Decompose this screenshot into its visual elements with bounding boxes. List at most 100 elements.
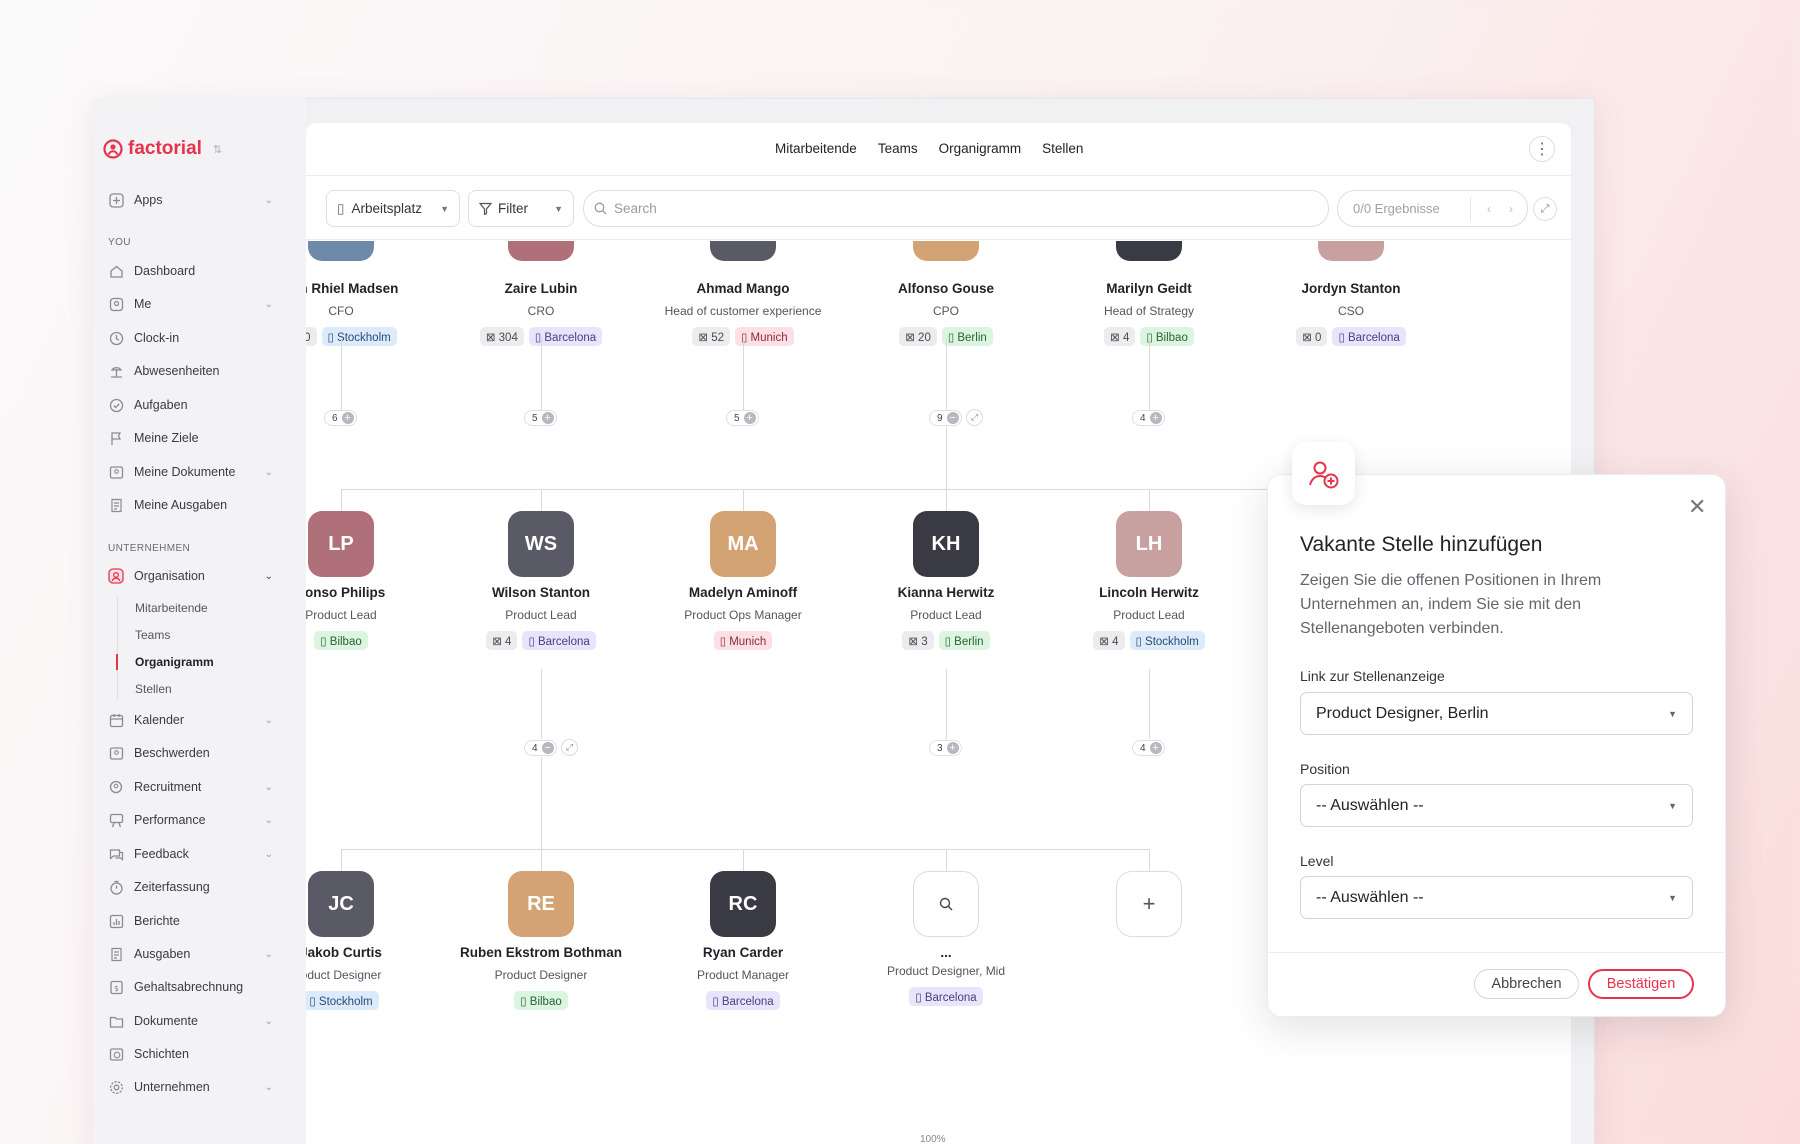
sidebar-item-meine-ausgaben[interactable]: Meine Ausgaben bbox=[108, 493, 273, 517]
sidebar-item-abwesenheiten[interactable]: Abwesenheiten bbox=[108, 359, 273, 383]
sidebar-item-me[interactable]: Me ⌄ bbox=[108, 292, 273, 316]
filter-dropdown[interactable]: Filter ▼ bbox=[468, 190, 574, 227]
search-input[interactable]: Search bbox=[583, 190, 1329, 227]
sidebar-item-dashboard[interactable]: Dashboard bbox=[108, 259, 273, 283]
employee-role: oduct Designer bbox=[306, 968, 382, 982]
employee-node[interactable]: Zaire Lubin CRO ⊠ 304 ▯ Barcelona bbox=[431, 273, 651, 346]
close-icon[interactable]: ✕ bbox=[1688, 494, 1706, 520]
location-badge: ▯ Bilbao bbox=[314, 631, 368, 650]
sidebar-subitem-mitarbeitende[interactable]: Mitarbeitende bbox=[135, 601, 208, 615]
level-label: Level bbox=[1300, 853, 1334, 869]
sidebar-item-performance[interactable]: Performance ⌄ bbox=[108, 808, 273, 832]
workplace-dropdown[interactable]: ▯ Arbeitsplatz ▼ bbox=[326, 190, 460, 227]
employee-name: Lincoln Herwitz bbox=[1099, 585, 1199, 600]
job-link-label: Link zur Stellenanzeige bbox=[1300, 668, 1445, 684]
chevron-down-icon: ▼ bbox=[440, 203, 449, 214]
employee-count-badge: ⊠ 4 bbox=[1104, 327, 1136, 346]
plus-icon[interactable]: + bbox=[1116, 871, 1182, 937]
children-count-pill[interactable]: 5 + bbox=[726, 410, 759, 426]
location-badge: ▯ Berlin bbox=[941, 327, 993, 346]
sidebar-item-meine-ziele[interactable]: Meine Ziele bbox=[108, 426, 273, 450]
badge-row: ⊠ 0 ▯ Stockholm bbox=[306, 327, 451, 346]
location-badge: ▯ Barcelona bbox=[522, 631, 596, 650]
avatar: RC bbox=[710, 871, 776, 937]
location-badge: ▯ Berlin bbox=[938, 631, 990, 650]
sidebar-item-recruitment[interactable]: Recruitment ⌄ bbox=[108, 775, 273, 799]
brand-logo[interactable]: factorial ⇅ bbox=[103, 138, 222, 160]
add-position-node[interactable]: + bbox=[1039, 871, 1259, 937]
sidebar-item-label: Feedback bbox=[134, 847, 189, 861]
employee-node[interactable]: Jordyn Stanton CSO ⊠ 0 ▯ Barcelona bbox=[1241, 273, 1461, 346]
employee-role: Product Lead bbox=[505, 608, 577, 622]
expand-subtree-icon[interactable]: ⤢ bbox=[966, 409, 983, 426]
sidebar-item-zeiterfassung[interactable]: Zeiterfassung bbox=[108, 875, 273, 899]
employee-node[interactable]: Alfonso Gouse CPO ⊠ 20 ▯ Berlin bbox=[836, 273, 1056, 346]
sidebar-item-meine-dokumente[interactable]: Meine Dokumente ⌄ bbox=[108, 460, 273, 484]
employee-node[interactable]: LH Lincoln Herwitz Product Lead ⊠ 4 ▯ Stockh… bbox=[1039, 511, 1259, 650]
more-options-icon[interactable]: ⋮ bbox=[1529, 136, 1555, 162]
sidebar-item-dokumente[interactable]: Dokumente ⌄ bbox=[108, 1009, 273, 1033]
children-count-pill[interactable]: 6 + bbox=[324, 410, 357, 426]
employee-name: Marilyn Geidt bbox=[1106, 281, 1192, 296]
sidebar-item-feedback[interactable]: Feedback ⌄ bbox=[108, 842, 273, 866]
section-company: UNTERNEHMEN bbox=[108, 543, 191, 554]
workspace-switch-icon[interactable]: ⇅ bbox=[213, 143, 222, 156]
sidebar-item-berichte[interactable]: Berichte bbox=[108, 909, 273, 933]
children-count-pill[interactable]: 5 + bbox=[524, 410, 557, 426]
sidebar-item-beschwerden[interactable]: Beschwerden bbox=[108, 741, 273, 765]
tab-stellen[interactable]: Stellen bbox=[1042, 141, 1083, 156]
children-count: 4 bbox=[532, 742, 538, 754]
confirm-button[interactable]: Bestätigen bbox=[1588, 969, 1694, 999]
location-badge: ▯ Barcelona bbox=[706, 991, 780, 1010]
sidebar-item-unternehmen[interactable]: Unternehmen ⌄ bbox=[108, 1075, 273, 1099]
children-count-pill[interactable]: 9− bbox=[929, 410, 962, 426]
children-count-pill[interactable]: 3 + bbox=[929, 740, 962, 756]
sidebar-subitem-teams[interactable]: Teams bbox=[135, 628, 170, 642]
chevron-right-icon[interactable]: › bbox=[1509, 202, 1513, 216]
employee-node[interactable]: RE Ruben Ekstrom Bothman Product Designer ▯… bbox=[431, 871, 651, 1010]
children-count-pill[interactable]: 4− bbox=[524, 740, 557, 756]
job-link-select[interactable]: Product Designer, Berlin ▼ bbox=[1300, 692, 1693, 735]
sidebar-item-apps[interactable]: Apps ⌄ bbox=[108, 188, 273, 212]
job-link-value: Product Designer, Berlin bbox=[1316, 704, 1489, 722]
position-select[interactable]: -- Auswählen -- ▼ bbox=[1300, 784, 1693, 827]
sidebar-item-aufgaben[interactable]: Aufgaben bbox=[108, 393, 273, 417]
sidebar-item-label: Gehaltsabrechnung bbox=[134, 980, 244, 994]
employee-node[interactable]: WS Wilson Stanton Product Lead ⊠ 4 ▯ Barcelo… bbox=[431, 511, 651, 650]
employee-node[interactable]: Marilyn Geidt Head of Strategy ⊠ 4 ▯ Bilbao bbox=[1039, 273, 1259, 346]
sidebar-subitem-stellen[interactable]: Stellen bbox=[135, 682, 172, 696]
connector-vertical bbox=[541, 669, 542, 739]
sidebar-item-kalender[interactable]: Kalender ⌄ bbox=[108, 708, 273, 732]
search-icon[interactable] bbox=[913, 871, 979, 937]
cancel-button[interactable]: Abbrechen bbox=[1474, 969, 1579, 999]
tab-mitarbeitende[interactable]: Mitarbeitende bbox=[775, 141, 857, 156]
avatar-initials: JC bbox=[328, 892, 354, 915]
children-count-pill[interactable]: 4 + bbox=[1132, 410, 1165, 426]
employee-node[interactable]: MA Madelyn Aminoff Product Ops Manager ▯ Mu… bbox=[633, 511, 853, 650]
tab-teams[interactable]: Teams bbox=[878, 141, 918, 156]
level-select[interactable]: -- Auswählen -- ▼ bbox=[1300, 876, 1693, 919]
sidebar-item-gehaltsabrechnung[interactable]: $ Gehaltsabrechnung bbox=[108, 975, 273, 999]
tab-organigramm[interactable]: Organigramm bbox=[939, 141, 1022, 156]
sidebar-item-label: Recruitment bbox=[134, 780, 202, 794]
employee-node[interactable]: son Rhiel Madsen CFO ⊠ 0 ▯ Stockholm bbox=[306, 273, 451, 346]
vacancy-node[interactable]: ... Product Designer, Mid ▯ Barcelona bbox=[836, 871, 1056, 1006]
sidebar-item-schichten[interactable]: Schichten bbox=[108, 1042, 273, 1066]
collapse-icon: − bbox=[946, 412, 959, 424]
sidebar-subitem-organigramm[interactable]: Organigramm bbox=[135, 655, 214, 669]
chevron-left-icon[interactable]: ‹ bbox=[1487, 202, 1491, 216]
employee-node[interactable]: LP lfonso Philips Product Lead ▯ Bilbao bbox=[306, 511, 451, 650]
sidebar-item-clock-in[interactable]: Clock-in bbox=[108, 326, 273, 350]
connector-vertical bbox=[743, 338, 744, 410]
employee-node[interactable]: RC Ryan Carder Product Manager ▯ Barcelona bbox=[633, 871, 853, 1010]
avatar: MA bbox=[710, 511, 776, 577]
expand-subtree-icon[interactable]: ⤢ bbox=[561, 739, 578, 756]
children-count-pill[interactable]: 4 + bbox=[1132, 740, 1165, 756]
employee-node[interactable]: Ahmad Mango Head of customer experience ⊠ … bbox=[633, 273, 853, 346]
sidebar-item-ausgaben[interactable]: Ausgaben ⌄ bbox=[108, 942, 273, 966]
employee-node[interactable]: JC Jakob Curtis oduct Designer ▯ Stockholm bbox=[306, 871, 451, 1010]
sidebar-item-organisation[interactable]: Organisation ⌄ bbox=[108, 564, 273, 588]
employee-node[interactable]: KH Kianna Herwitz Product Lead ⊠ 3 ▯ Berlin bbox=[836, 511, 1056, 650]
expand-icon[interactable]: ⤢ bbox=[1533, 197, 1557, 221]
sidebar-item-label: Aufgaben bbox=[134, 398, 188, 412]
